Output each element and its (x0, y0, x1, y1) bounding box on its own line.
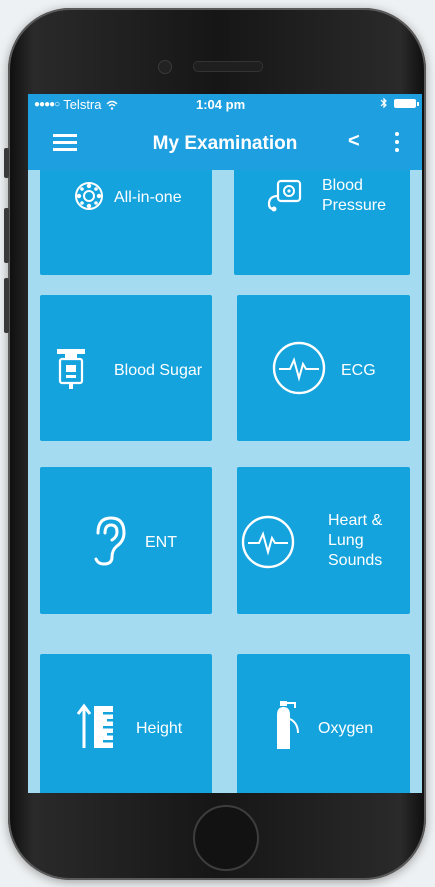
tile-label: ECG (341, 362, 376, 379)
vertical-dots-icon[interactable] (394, 132, 400, 154)
tile-blood-sugar[interactable]: Blood Sugar (40, 295, 212, 441)
app-screen: ●●●●○ Telstra 1:04 pm My Examination < A… (28, 94, 422, 793)
tile-label: All-in-one (114, 189, 182, 206)
heart-lung-icon (241, 515, 295, 569)
ecg-icon (272, 341, 326, 395)
tile-label: Height (136, 720, 183, 737)
oxygen-tank-icon (277, 701, 299, 749)
tile-oxygen[interactable]: Oxygen (237, 654, 410, 793)
ear-icon (94, 516, 126, 566)
mute-switch (4, 148, 9, 178)
tile-label-line1: Blood (322, 177, 363, 194)
battery-icon (394, 98, 419, 108)
all-in-one-icon (75, 182, 103, 210)
bluetooth-icon (380, 97, 387, 109)
examination-grid: All-in-one Blood Pressure Blood Sugar EC… (28, 170, 422, 793)
tile-blood-pressure[interactable]: Blood Pressure (234, 170, 410, 275)
tile-heart-lung-sounds[interactable]: Heart & Lung Sounds (237, 467, 410, 614)
status-bar: ●●●●○ Telstra 1:04 pm (28, 94, 422, 116)
back-button[interactable]: < (348, 130, 360, 153)
clock: 1:04 pm (196, 97, 246, 112)
glucose-meter-icon (57, 349, 85, 389)
wifi-icon (106, 100, 117, 110)
tile-ent[interactable]: ENT (40, 467, 212, 614)
page-title: My Examination (152, 133, 298, 154)
volume-down-button (4, 278, 9, 333)
signal-strength: ●●●●○ (34, 99, 60, 110)
tile-label-line1: Heart & (328, 512, 383, 529)
tile-label-line2: Lung (328, 532, 364, 549)
navigation-bar: My Examination < (28, 116, 422, 170)
carrier-info: ●●●●○ Telstra (34, 97, 118, 112)
tile-label-line3: Sounds (328, 552, 383, 569)
front-camera (158, 60, 172, 74)
carrier-name: Telstra (63, 97, 102, 112)
height-ruler-icon (76, 703, 113, 748)
tile-label: Oxygen (318, 720, 374, 737)
tile-height[interactable]: Height (40, 654, 212, 793)
tile-label-line2: Pressure (322, 197, 387, 214)
blood-pressure-icon (267, 179, 302, 212)
status-right (380, 97, 419, 109)
home-button[interactable] (193, 805, 259, 871)
tile-all-in-one[interactable]: All-in-one (40, 170, 212, 275)
tile-label: Blood Sugar (114, 362, 203, 379)
volume-up-button (4, 208, 9, 263)
earpiece-speaker (193, 61, 263, 72)
tile-ecg[interactable]: ECG (237, 295, 410, 441)
tile-label: ENT (145, 534, 177, 551)
